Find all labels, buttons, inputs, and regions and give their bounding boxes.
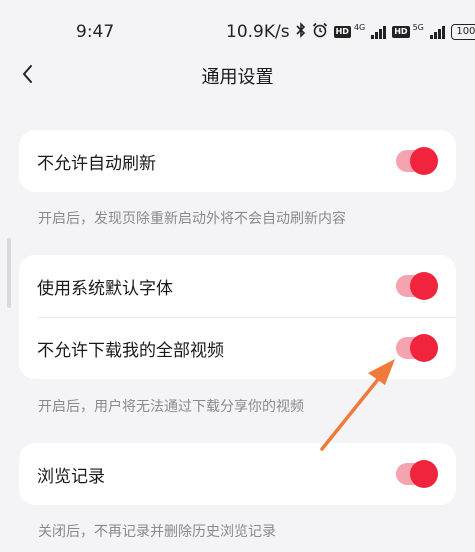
annotation-arrow-icon: [320, 359, 395, 451]
